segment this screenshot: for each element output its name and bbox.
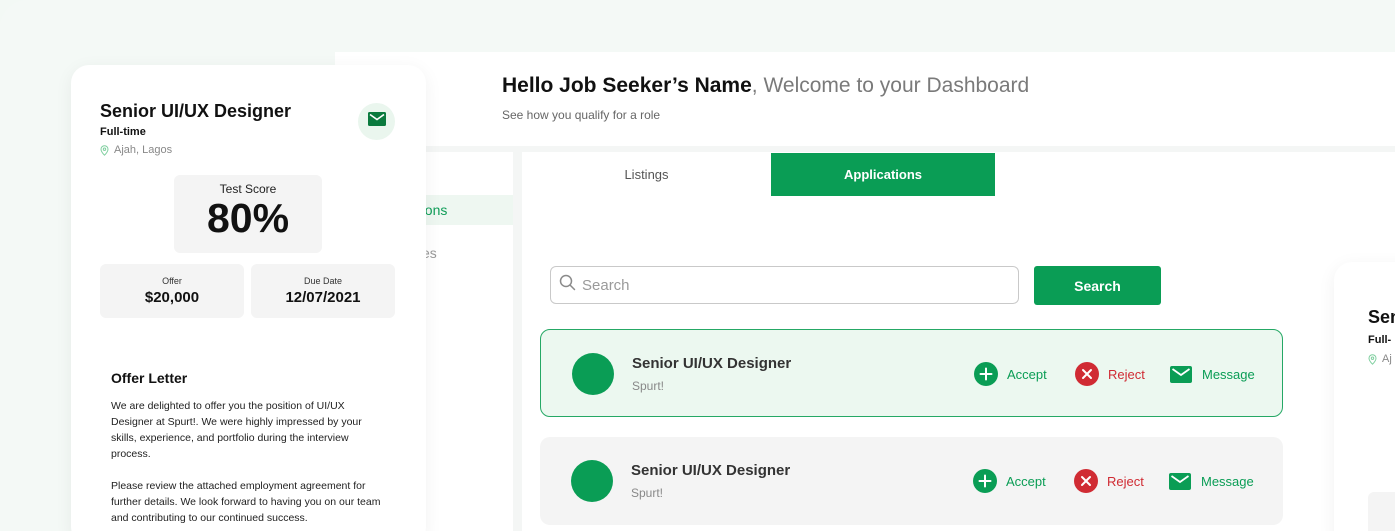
location-pin-icon — [1368, 353, 1377, 365]
greeting-name: Hello Job Seeker’s Name — [502, 74, 752, 97]
search-button[interactable]: Search — [1034, 266, 1161, 305]
due-date-label: Due Date — [303, 276, 343, 286]
tab-listings[interactable]: Listings — [522, 153, 771, 196]
search-icon — [559, 274, 576, 296]
test-score-box: Test Score 80% — [174, 175, 322, 253]
job-location: Aj — [1368, 353, 1392, 365]
test-score-value: 80% — [206, 195, 290, 241]
company-avatar — [571, 460, 613, 502]
page-subtitle: See how you qualify for a role — [502, 108, 661, 122]
page-title: Hello Job Seeker’s Name, Welcome to your… — [502, 74, 1029, 98]
x-circle-icon — [1075, 362, 1099, 386]
job-title: Sen — [1368, 307, 1395, 327]
reject-label: Reject — [1108, 366, 1145, 382]
offer-letter-paragraph: We are delighted to offer you the positi… — [111, 400, 362, 460]
job-type: Full- — [1368, 334, 1392, 346]
offer-letter-paragraph: Please review the attached employment ag… — [111, 480, 381, 524]
greeting-rest: , Welcome to your Dashboard — [751, 74, 1030, 97]
job-location-text: Aj — [1382, 353, 1392, 365]
application-company: Spurt! — [631, 486, 664, 500]
mail-icon — [1168, 469, 1192, 493]
message-button[interactable]: Message — [1169, 362, 1255, 386]
offer-box: Offer $20,000 — [100, 264, 244, 318]
job-location-text: Ajah, Lagos — [114, 144, 173, 156]
offer-card: Senior UI/UX Designer Full-time Ajah, La… — [71, 65, 426, 531]
due-date-box: Due Date 12/07/2021 — [251, 264, 395, 318]
job-card-partial[interactable]: Sen Full- Aj — [1334, 262, 1395, 531]
plus-circle-icon — [974, 362, 998, 386]
mail-icon — [367, 112, 386, 131]
job-type: Full-time — [100, 126, 146, 138]
accept-button[interactable]: Accept — [973, 469, 1046, 493]
test-score-label: Test Score — [219, 182, 277, 196]
reject-button[interactable]: Reject — [1074, 469, 1144, 493]
accept-label: Accept — [1007, 366, 1047, 382]
message-label: Message — [1201, 473, 1254, 489]
reject-label: Reject — [1107, 473, 1144, 489]
offer-label: Offer — [162, 276, 182, 286]
x-circle-icon — [1074, 469, 1098, 493]
application-card[interactable]: Senior UI/UX Designer Spurt! Accept Reje… — [540, 437, 1283, 525]
accept-button[interactable]: Accept — [974, 362, 1047, 386]
search-field[interactable] — [550, 266, 1019, 304]
reject-button[interactable]: Reject — [1075, 362, 1145, 386]
job-location: Ajah, Lagos — [100, 144, 172, 156]
tab-bar: Listings Applications — [522, 153, 1395, 197]
application-title: Senior UI/UX Designer — [632, 355, 792, 372]
due-date-value: 12/07/2021 — [285, 289, 361, 306]
plus-circle-icon — [973, 469, 997, 493]
offer-value: $20,000 — [144, 289, 200, 306]
message-button[interactable]: Message — [1168, 469, 1254, 493]
mail-icon — [1169, 362, 1193, 386]
offer-letter-title: Offer Letter — [111, 370, 188, 386]
accept-label: Accept — [1006, 473, 1046, 489]
tab-applications[interactable]: Applications — [771, 153, 995, 196]
score-box — [1368, 492, 1395, 531]
sidebar-divider — [513, 152, 522, 531]
message-label: Message — [1202, 366, 1255, 382]
application-company: Spurt! — [632, 379, 665, 393]
location-pin-icon — [100, 144, 109, 156]
job-title: Senior UI/UX Designer — [100, 101, 292, 121]
message-button[interactable] — [358, 103, 395, 140]
application-title: Senior UI/UX Designer — [631, 462, 791, 479]
application-card[interactable]: Senior UI/UX Designer Spurt! Accept Reje… — [540, 329, 1283, 417]
company-avatar — [572, 353, 614, 395]
search-input[interactable] — [582, 276, 1002, 294]
